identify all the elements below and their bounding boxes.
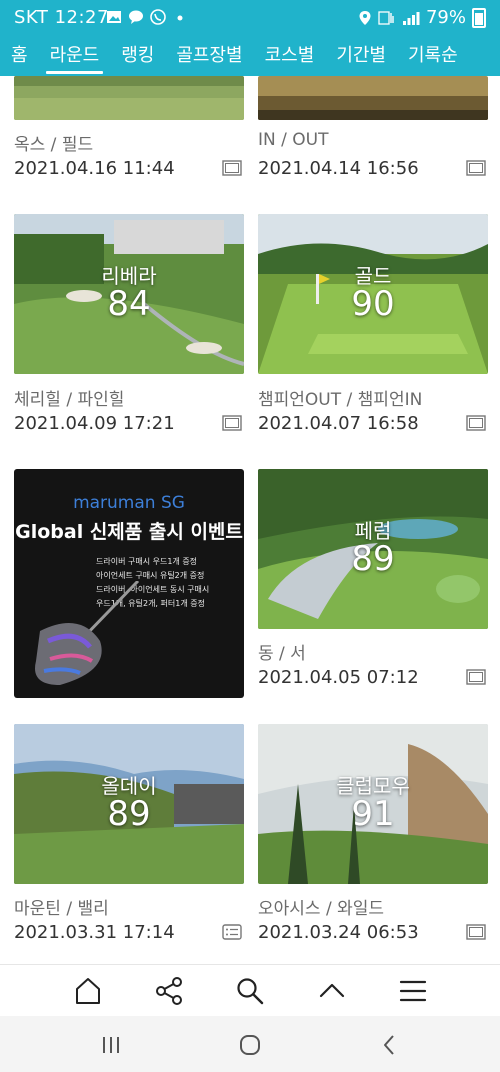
- tab-by-record[interactable]: 기록순: [397, 36, 469, 76]
- tab-by-course-club[interactable]: 골프장별: [165, 36, 253, 76]
- battery-percent: 79%: [425, 7, 466, 28]
- round-score: 90: [351, 284, 395, 324]
- tab-ranking[interactable]: 랭킹: [110, 36, 165, 76]
- driver-club-icon: [35, 581, 140, 685]
- menu-icon[interactable]: [397, 975, 429, 1007]
- photo-frame-icon[interactable]: [466, 924, 486, 940]
- round-course: 동 / 서: [258, 644, 306, 664]
- round-date: 2021.03.31 17:14: [14, 922, 175, 943]
- scorecard-icon[interactable]: [222, 924, 242, 940]
- round-score: 91: [351, 794, 395, 834]
- location-icon: [359, 10, 371, 25]
- round-thumbnail[interactable]: 올데이 89: [14, 724, 244, 884]
- ad-banner[interactable]: maruman SG Global 신제품 출시 이벤트 드라이버 구매시 우드…: [14, 469, 244, 698]
- photo-frame-icon[interactable]: [466, 160, 486, 176]
- tab-home[interactable]: 홈: [0, 36, 39, 76]
- ad-line: 드라이버 구매시 우드1개 증정: [96, 557, 198, 566]
- chevron-up-icon[interactable]: [316, 975, 348, 1007]
- round-date: 2021.04.14 16:56: [258, 158, 419, 179]
- round-course: IN / OUT: [258, 130, 329, 150]
- round-course: 마운틴 / 밸리: [14, 899, 109, 919]
- round-thumbnail[interactable]: [258, 76, 488, 120]
- dot-notification-icon: [177, 15, 183, 21]
- phone-notification-icon: [150, 9, 166, 25]
- photo-frame-icon[interactable]: [222, 160, 242, 176]
- talk-notification-icon: [129, 10, 143, 24]
- search-icon[interactable]: [234, 975, 266, 1007]
- recent-apps-icon[interactable]: [98, 1032, 124, 1058]
- status-bar: SKT 12:27 79%: [0, 0, 500, 36]
- round-course: 옥스 / 필드: [14, 135, 94, 155]
- tab-by-period[interactable]: 기간별: [325, 36, 397, 76]
- round-thumbnail[interactable]: 페럼 89: [258, 469, 488, 629]
- ad-title: Global 신제품 출시 이벤트: [15, 521, 243, 543]
- photo-frame-icon[interactable]: [222, 415, 242, 431]
- tab-by-course[interactable]: 코스별: [254, 36, 326, 76]
- back-icon[interactable]: [377, 1032, 403, 1058]
- nav-tabs: 홈 라운드 랭킹 골프장별 코스별 기간별 기록순: [0, 36, 500, 76]
- round-date: 2021.03.24 06:53: [258, 922, 419, 943]
- clock: 12:27: [54, 7, 109, 28]
- share-icon[interactable]: [153, 975, 185, 1007]
- round-score: 89: [351, 539, 395, 579]
- system-nav-bar: [0, 1016, 500, 1072]
- round-course: 체리힐 / 파인힐: [14, 390, 125, 410]
- home-circle-icon[interactable]: [237, 1032, 263, 1058]
- carrier-label: SKT: [14, 7, 49, 28]
- home-icon[interactable]: [72, 975, 104, 1007]
- tab-round[interactable]: 라운드: [39, 36, 111, 76]
- battery-icon: [472, 7, 486, 28]
- round-thumbnail[interactable]: 클럽모우 91: [258, 724, 488, 884]
- round-thumbnail[interactable]: [14, 76, 244, 120]
- bottom-toolbar: [0, 964, 500, 1017]
- round-date: 2021.04.05 07:12: [258, 667, 419, 688]
- round-date: 2021.04.16 11:44: [14, 158, 175, 179]
- round-thumbnail[interactable]: 리베라 84: [14, 214, 244, 374]
- signal-icon: [402, 11, 420, 25]
- gallery-notification-icon: [107, 11, 121, 23]
- round-course: 챔피언OUT / 챔피언IN: [258, 390, 423, 410]
- ad-brand: maruman SG: [73, 493, 185, 513]
- lte-icon: [378, 10, 394, 25]
- round-thumbnail[interactable]: 골드 90: [258, 214, 488, 374]
- round-course: 오아시스 / 와일드: [258, 899, 385, 919]
- round-date: 2021.04.09 17:21: [14, 413, 175, 434]
- photo-frame-icon[interactable]: [466, 415, 486, 431]
- round-score: 89: [107, 794, 151, 834]
- round-date: 2021.04.07 16:58: [258, 413, 419, 434]
- photo-frame-icon[interactable]: [466, 669, 486, 685]
- round-score: 84: [107, 284, 151, 324]
